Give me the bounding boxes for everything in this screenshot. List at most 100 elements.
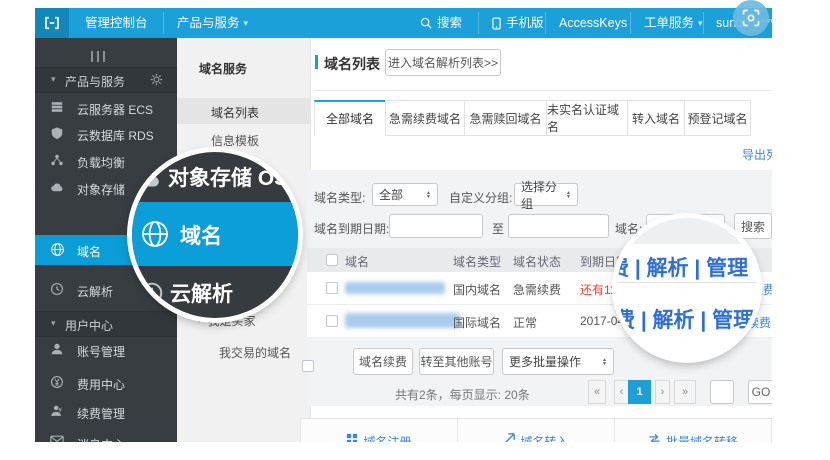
yuan-circle-icon (50, 375, 66, 391)
domain-register-icon (346, 433, 358, 442)
pagination-first[interactable]: « (588, 380, 606, 404)
nav-tickets-menu[interactable]: 工单服务 ▾ (644, 8, 703, 38)
sidebar-item-label: 域名 (77, 243, 101, 260)
nav-mobile-label: 手机版 (506, 8, 544, 38)
batch-transfer-button[interactable]: 转至其他账号 (419, 348, 494, 375)
tab-need-renewal[interactable]: 急需续费域名 (385, 100, 465, 136)
footer-link-register[interactable]: 域名注册 (346, 433, 411, 442)
cell-domain-type: 国际域名 (453, 314, 501, 331)
sidebar-item-account[interactable]: 账号管理 (35, 338, 177, 362)
subsidebar-item-label: 域名列表 (211, 104, 259, 121)
custom-group-label: 自定义分组: (449, 189, 512, 206)
footer-cell: 批量域名转移 (614, 419, 771, 442)
chevron-down-icon: ▾ (698, 18, 703, 29)
sidebar-item-rds[interactable]: 云数据库 RDS (35, 122, 177, 146)
sidebar-item-billing[interactable]: 费用中心 (35, 371, 177, 395)
chevron-down-icon: ▾ (51, 318, 56, 329)
cell-domain-status: 急需续费 (513, 281, 561, 298)
nav-divider (163, 12, 164, 34)
sidebar-section-label: 用户中心 (65, 317, 113, 334)
tab-need-redeem[interactable]: 急需赎回域名 (464, 100, 547, 136)
aliyun-logo[interactable] (35, 8, 69, 38)
subsidebar-item-domain-list[interactable]: 域名列表 (177, 98, 310, 124)
subsidebar-item-traded-domains[interactable]: 我交易的域名 (219, 344, 291, 361)
tab-preregistered[interactable]: 预登记域名 (684, 100, 751, 136)
sidebar-item-label: 云解析 (77, 283, 113, 300)
batch-more-value: 更多批量操作 (509, 353, 581, 370)
pagination-goto-input[interactable] (710, 380, 734, 404)
goto-dns-list-button[interactable]: 进入域名解析列表>> (385, 49, 501, 76)
nav-tickets-label: 工单服务 (644, 8, 694, 38)
magnified-action-links: 续费 | 解析 | 管理 (617, 252, 748, 282)
person-icon (50, 342, 66, 358)
magnified-domain-label: 域名 (180, 220, 222, 250)
pagination-go-button[interactable]: GO (748, 380, 772, 404)
sidebar-section-products[interactable]: ▾ 产品与服务 (35, 67, 177, 93)
export-list-link[interactable]: 导出列表 (742, 146, 772, 163)
server-icon (50, 100, 66, 116)
pagination-last[interactable]: » (674, 380, 696, 404)
pagination-prev[interactable]: ‹ (614, 380, 629, 404)
sidebar-item-label: 负载均衡 (77, 154, 125, 171)
load-balancer-icon (50, 153, 66, 169)
expire-date-to-input[interactable] (508, 214, 609, 238)
divider (315, 90, 772, 91)
shield-icon (50, 126, 66, 142)
custom-group-select[interactable]: 选择分组 ▲▼ (514, 183, 578, 206)
aliyun-logo-icon (43, 14, 61, 32)
footer-cell: 域名转入 (457, 419, 614, 442)
batch-checkbox[interactable] (302, 360, 314, 372)
tab-unverified[interactable]: 未实名认证域名 (546, 100, 628, 136)
item-count-summary: 共有2条，每页显示: 20条 (395, 386, 530, 403)
nav-products-label: 产品与服务 (177, 8, 240, 38)
sidebar-section-user-center[interactable]: ▾ 用户中心 (35, 311, 177, 337)
page-title: 域名列表 (324, 54, 380, 74)
sidebar-item-label: 费用中心 (77, 376, 125, 393)
row-checkbox[interactable] (326, 282, 338, 294)
subsidebar-item-template[interactable]: 信息模板 (211, 132, 259, 149)
row-checkbox[interactable] (326, 315, 338, 327)
nav-products-menu[interactable]: 产品与服务 ▾ (177, 8, 248, 38)
col-domain-status: 域名状态 (513, 253, 561, 270)
magnifier-sidebar-zoom: 对象存储 OSS 域名 云解析 (132, 152, 298, 318)
select-all-checkbox[interactable] (326, 254, 338, 266)
domain-type-label: 域名类型: (314, 189, 365, 206)
footer-link-batch-transfer[interactable]: 批量域名转移 (648, 433, 738, 442)
tab-all-domains[interactable]: 全部域名 (314, 100, 386, 136)
top-navbar: 管理控制台 产品与服务 ▾ 搜索 手机版 AccessKeys 工单服务 ▾ s… (35, 8, 772, 38)
gear-icon[interactable] (150, 73, 163, 86)
footer-link-transfer-in[interactable]: 域名转入 (503, 433, 568, 442)
batch-renew-button[interactable]: 域名续费 (353, 348, 413, 375)
to-label: 至 (492, 220, 504, 237)
sidebar-item-renewal[interactable]: ¥ 续费管理 (35, 400, 177, 424)
subsidebar-header: 域名服务 (199, 60, 247, 77)
nav-divider (703, 12, 704, 34)
globe-icon (140, 219, 170, 249)
magnified-dns-label: 云解析 (170, 278, 233, 308)
sidebar-section-label: 产品与服务 (65, 73, 125, 90)
sidebar-item-ecs[interactable]: 云服务器 ECS (35, 96, 177, 120)
pagination-page-1[interactable]: 1 (628, 380, 651, 404)
nav-accesskeys[interactable]: AccessKeys (559, 8, 627, 38)
search-icon (420, 17, 432, 29)
magnified-action-links: 续费 | 解析 | 管理 (617, 304, 754, 334)
magnified-oss-label: 对象存储 OSS (168, 162, 298, 192)
magnified-domain-selected-row: 域名 (132, 202, 298, 266)
expire-date-from-input[interactable] (389, 214, 483, 238)
tab-transfer-in[interactable]: 转入域名 (627, 100, 685, 136)
globe-icon (50, 242, 66, 258)
chevron-down-icon: ▾ (244, 18, 249, 29)
batch-transfer-icon (648, 433, 661, 442)
nav-mobile[interactable]: 手机版 (492, 8, 544, 38)
pagination-next[interactable]: › (655, 380, 670, 404)
batch-more-select[interactable]: 更多批量操作 ▲▼ (502, 348, 614, 375)
sidebar-item-label: 云数据库 RDS (77, 127, 154, 144)
sidebar-collapse-handle[interactable] (89, 49, 107, 67)
nav-search[interactable]: 搜索 (420, 8, 462, 38)
sidebar-item-messages[interactable]: 消息中心 (35, 431, 177, 442)
nav-console[interactable]: 管理控制台 (85, 8, 148, 38)
cloud-icon (50, 180, 66, 196)
domain-type-select[interactable]: 全部 ▲▼ (372, 183, 438, 206)
domain-tabs: 全部域名 急需续费域名 急需赎回域名 未实名认证域名 转入域名 预登记域名 (315, 100, 751, 136)
sidebar-item-label: 消息中心 (77, 436, 125, 442)
